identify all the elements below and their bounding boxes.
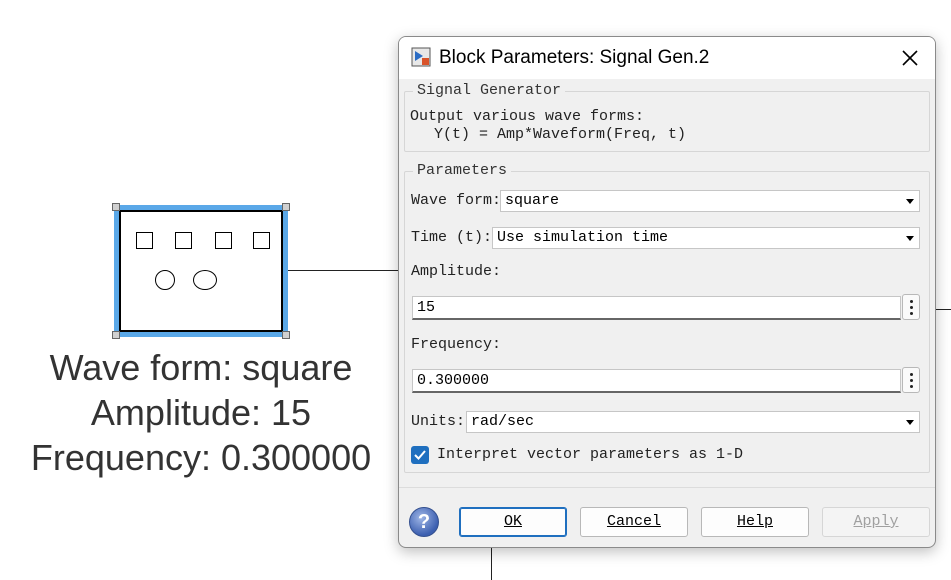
signal-line-right[interactable] xyxy=(934,309,951,310)
close-button[interactable] xyxy=(895,44,925,72)
square-shape xyxy=(215,232,232,249)
ok-button[interactable]: OK xyxy=(459,507,567,537)
resize-handle-tr[interactable] xyxy=(282,203,290,211)
dropdown-arrow-icon xyxy=(906,199,914,204)
interpret-vector-label[interactable]: Interpret vector parameters as 1-D xyxy=(437,446,743,463)
frequency-input[interactable]: 0.300000 xyxy=(412,369,901,393)
simulink-block-icon xyxy=(411,47,431,67)
description-group-legend: Signal Generator xyxy=(413,82,566,99)
description-line-2: Y(t) = Amp*Waveform(Freq, t) xyxy=(434,126,687,143)
signal-line-out[interactable] xyxy=(288,270,400,271)
cancel-button[interactable]: Cancel xyxy=(580,507,688,537)
description-group: Signal Generator Output various wave for… xyxy=(404,82,930,152)
resize-handle-tl[interactable] xyxy=(112,203,120,211)
dropdown-arrow-icon xyxy=(906,420,914,425)
interpret-vector-checkbox[interactable] xyxy=(411,446,429,464)
wave-form-value: square xyxy=(505,192,560,209)
amplitude-more-button[interactable] xyxy=(902,294,920,320)
description-line-1: Output various wave forms: xyxy=(410,108,645,125)
signal-generator-icon xyxy=(119,210,283,332)
signal-line-bottom[interactable] xyxy=(491,546,492,580)
help-icon[interactable]: ? xyxy=(409,507,439,537)
apply-button[interactable]: Apply xyxy=(822,507,930,537)
dialog-title: Block Parameters: Signal Gen.2 xyxy=(439,47,710,68)
units-select[interactable]: rad/sec xyxy=(466,411,920,433)
block-label-wave-form: Wave form: square xyxy=(49,347,353,388)
units-value: rad/sec xyxy=(471,413,535,430)
block-parameters-dialog: Block Parameters: Signal Gen.2 Signal Ge… xyxy=(398,36,936,548)
dialog-titlebar[interactable]: Block Parameters: Signal Gen.2 xyxy=(399,37,935,79)
square-shape xyxy=(136,232,153,249)
time-label: Time (t): xyxy=(411,229,493,246)
time-select[interactable]: Use simulation time xyxy=(492,227,920,249)
wave-form-select[interactable]: square xyxy=(500,190,920,212)
frequency-more-button[interactable] xyxy=(902,367,920,393)
wave-form-label: Wave form: xyxy=(411,192,502,209)
dropdown-arrow-icon xyxy=(906,236,914,241)
resize-handle-bl[interactable] xyxy=(112,331,120,339)
circle-shape xyxy=(155,270,175,290)
frequency-label: Frequency: xyxy=(411,336,502,353)
time-value: Use simulation time xyxy=(497,229,669,246)
ellipse-shape xyxy=(193,270,217,290)
block-label-frequency: Frequency: 0.300000 xyxy=(30,437,372,478)
signal-generator-block[interactable] xyxy=(112,203,290,339)
help-button[interactable]: Help xyxy=(701,507,809,537)
amplitude-input[interactable]: 15 xyxy=(412,296,901,320)
resize-handle-br[interactable] xyxy=(282,331,290,339)
amplitude-label: Amplitude: xyxy=(411,263,502,280)
close-icon xyxy=(902,50,918,66)
parameters-group-legend: Parameters xyxy=(413,162,512,179)
units-label: Units: xyxy=(411,413,466,430)
square-shape xyxy=(253,232,270,249)
checkmark-icon xyxy=(414,450,426,460)
button-bar-separator xyxy=(399,487,935,488)
block-label-amplitude: Amplitude: 15 xyxy=(90,392,312,433)
square-shape xyxy=(175,232,192,249)
